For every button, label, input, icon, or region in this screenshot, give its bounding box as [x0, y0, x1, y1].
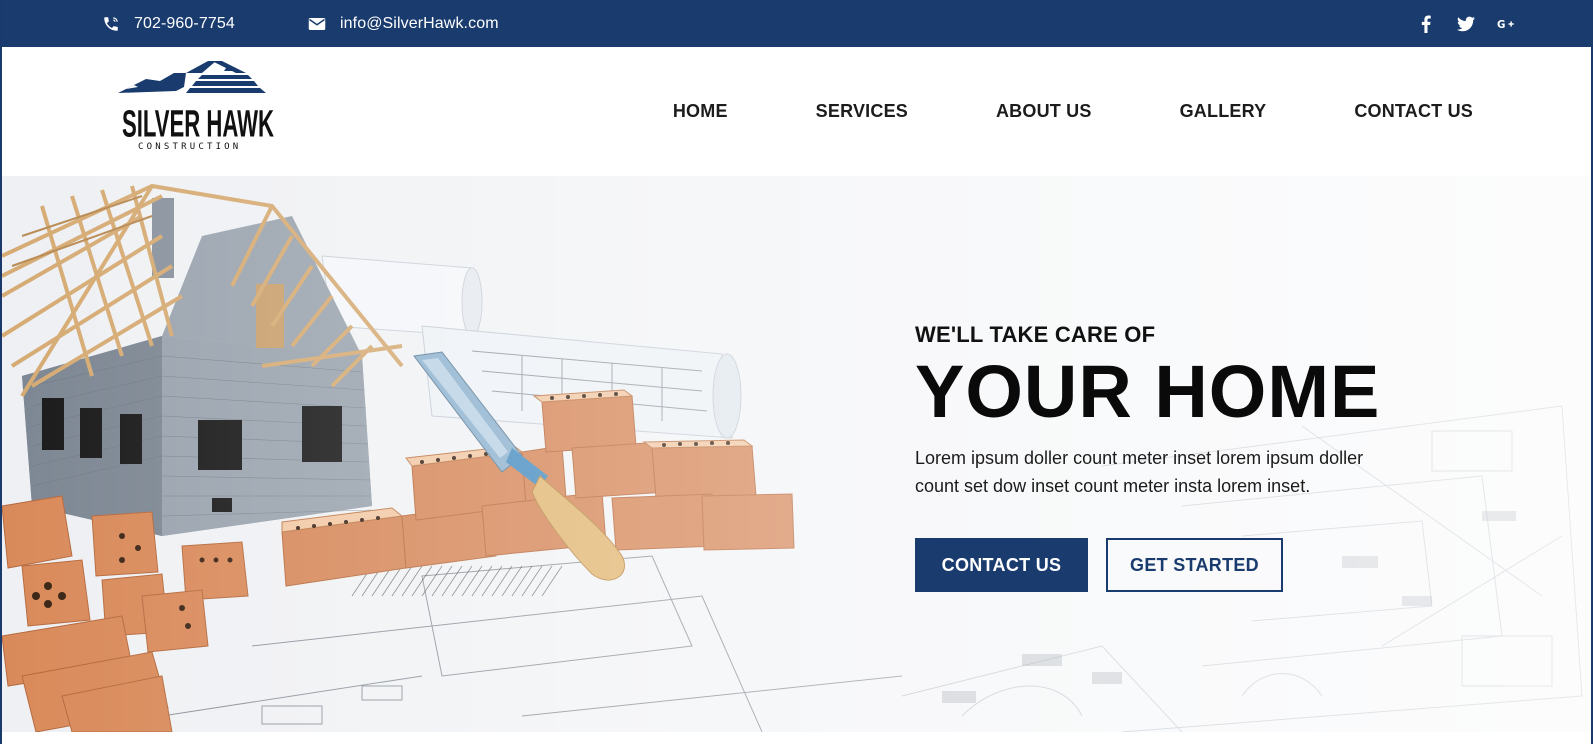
silver-hawk-logo[interactable]: SILVER HAWK CONSTRUCTION: [116, 59, 278, 152]
phone-contact[interactable]: 702-960-7754: [102, 0, 235, 47]
nav-gallery[interactable]: GALLERY: [1136, 101, 1311, 122]
page-frame: 702-960-7754 info@SilverHawk.com G SILVE…: [0, 0, 1593, 744]
bottom-strip: [2, 732, 1591, 744]
get-started-button[interactable]: GET STARTED: [1106, 538, 1283, 592]
svg-text:G: G: [1497, 18, 1505, 30]
hero-description: Lorem ipsum doller count meter inset lor…: [915, 448, 1364, 496]
svg-text:CONSTRUCTION: CONSTRUCTION: [138, 142, 241, 151]
twitter-icon[interactable]: [1457, 15, 1475, 33]
main-nav: HOME SERVICES ABOUT US GALLERY CONTACT U…: [629, 47, 1473, 176]
phone-number: 702-960-7754: [134, 14, 235, 32]
hero-buttons: CONTACT US GET STARTED: [915, 538, 1475, 592]
hero-content: WE'LL TAKE CARE OF YOUR HOME Lorem ipsum…: [915, 322, 1475, 592]
contact-us-button[interactable]: CONTACT US: [915, 538, 1088, 592]
nav-home[interactable]: HOME: [629, 101, 772, 122]
email-contact[interactable]: info@SilverHawk.com: [308, 0, 499, 47]
hero-section: WE'LL TAKE CARE OF YOUR HOME Lorem ipsum…: [2, 176, 1591, 732]
top-bar: 702-960-7754 info@SilverHawk.com G: [2, 0, 1591, 47]
nav-services[interactable]: SERVICES: [772, 101, 952, 122]
social-links: G: [1417, 0, 1515, 47]
email-address: info@SilverHawk.com: [340, 14, 499, 32]
google-plus-icon[interactable]: G: [1497, 15, 1515, 33]
nav-contact-us[interactable]: CONTACT US: [1310, 101, 1473, 122]
nav-about-us[interactable]: ABOUT US: [952, 101, 1136, 122]
envelope-icon: [308, 15, 326, 33]
site-header: SILVER HAWK CONSTRUCTION HOME SERVICES A…: [2, 47, 1591, 176]
phone-icon: [102, 15, 120, 33]
hero-headline: YOUR HOME: [915, 350, 1381, 433]
facebook-icon[interactable]: [1417, 15, 1435, 33]
hero-kicker: WE'LL TAKE CARE OF: [915, 322, 1156, 347]
svg-text:SILVER HAWK: SILVER HAWK: [122, 103, 274, 145]
